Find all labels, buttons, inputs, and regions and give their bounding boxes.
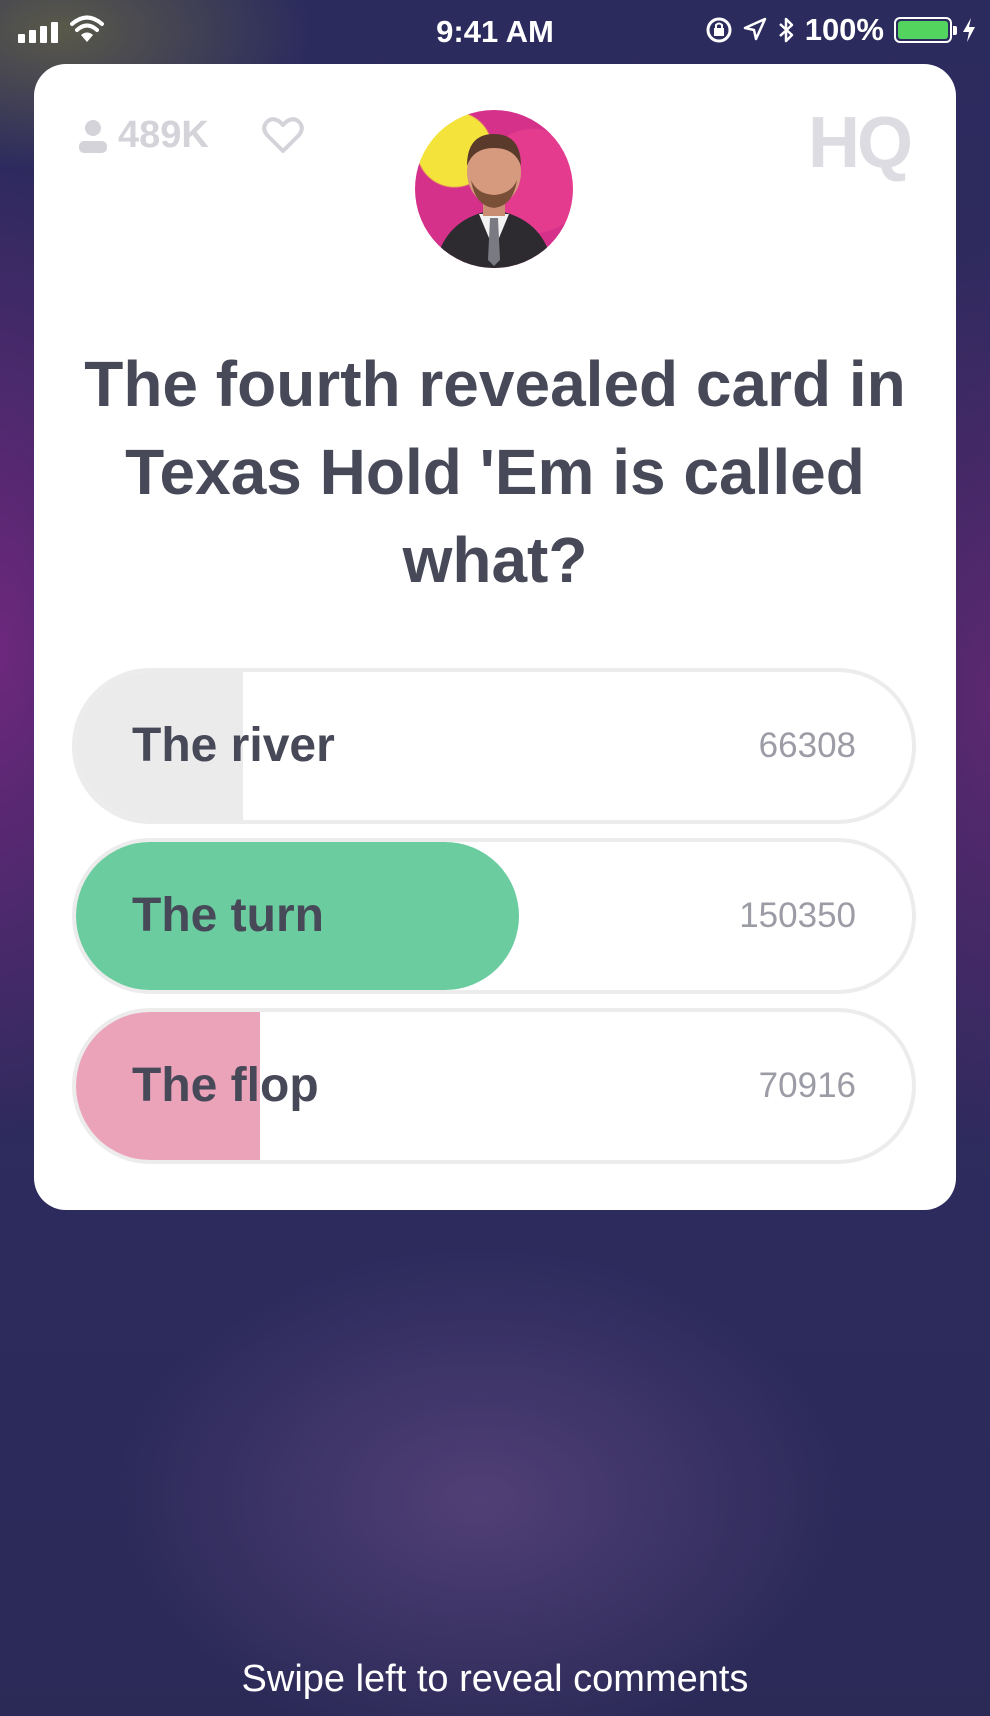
answer-list: The river 66308 The turn 150350 The flop… bbox=[72, 668, 916, 1178]
location-icon bbox=[743, 17, 766, 41]
host-avatar bbox=[415, 110, 573, 268]
player-count-value: 489K bbox=[118, 114, 209, 156]
heart-icon[interactable] bbox=[262, 116, 304, 154]
question-text: The fourth revealed card in Texas Hold '… bbox=[84, 348, 906, 596]
host-figure bbox=[435, 134, 553, 268]
rotation-lock-icon bbox=[706, 17, 732, 43]
charging-icon bbox=[963, 18, 975, 42]
answer-count: 66308 bbox=[758, 726, 856, 765]
swipe-hint: Swipe left to reveal comments bbox=[241, 1658, 749, 1700]
battery-percent: 100% bbox=[804, 12, 884, 47]
status-bar: 9:41 AM 100% bbox=[0, 0, 990, 64]
answer-label: The river bbox=[132, 719, 335, 772]
answer-option[interactable]: The river 66308 bbox=[72, 668, 916, 824]
answer-label: The turn bbox=[132, 889, 324, 942]
hq-logo: HQ bbox=[808, 103, 913, 183]
answer-label: The flop bbox=[132, 1059, 319, 1112]
answer-count: 150350 bbox=[739, 896, 856, 935]
question-card: 489K HQ The fourth revealed card in Texa… bbox=[34, 64, 956, 1210]
battery-icon bbox=[894, 17, 957, 43]
person-icon bbox=[79, 119, 107, 153]
answer-option[interactable]: The flop 70916 bbox=[72, 1008, 916, 1164]
status-right: 100% bbox=[705, 12, 976, 48]
player-count: 489K bbox=[78, 114, 209, 157]
answer-count: 70916 bbox=[758, 1066, 856, 1105]
answer-option-correct[interactable]: The turn 150350 bbox=[72, 838, 916, 994]
bluetooth-icon bbox=[778, 17, 793, 43]
